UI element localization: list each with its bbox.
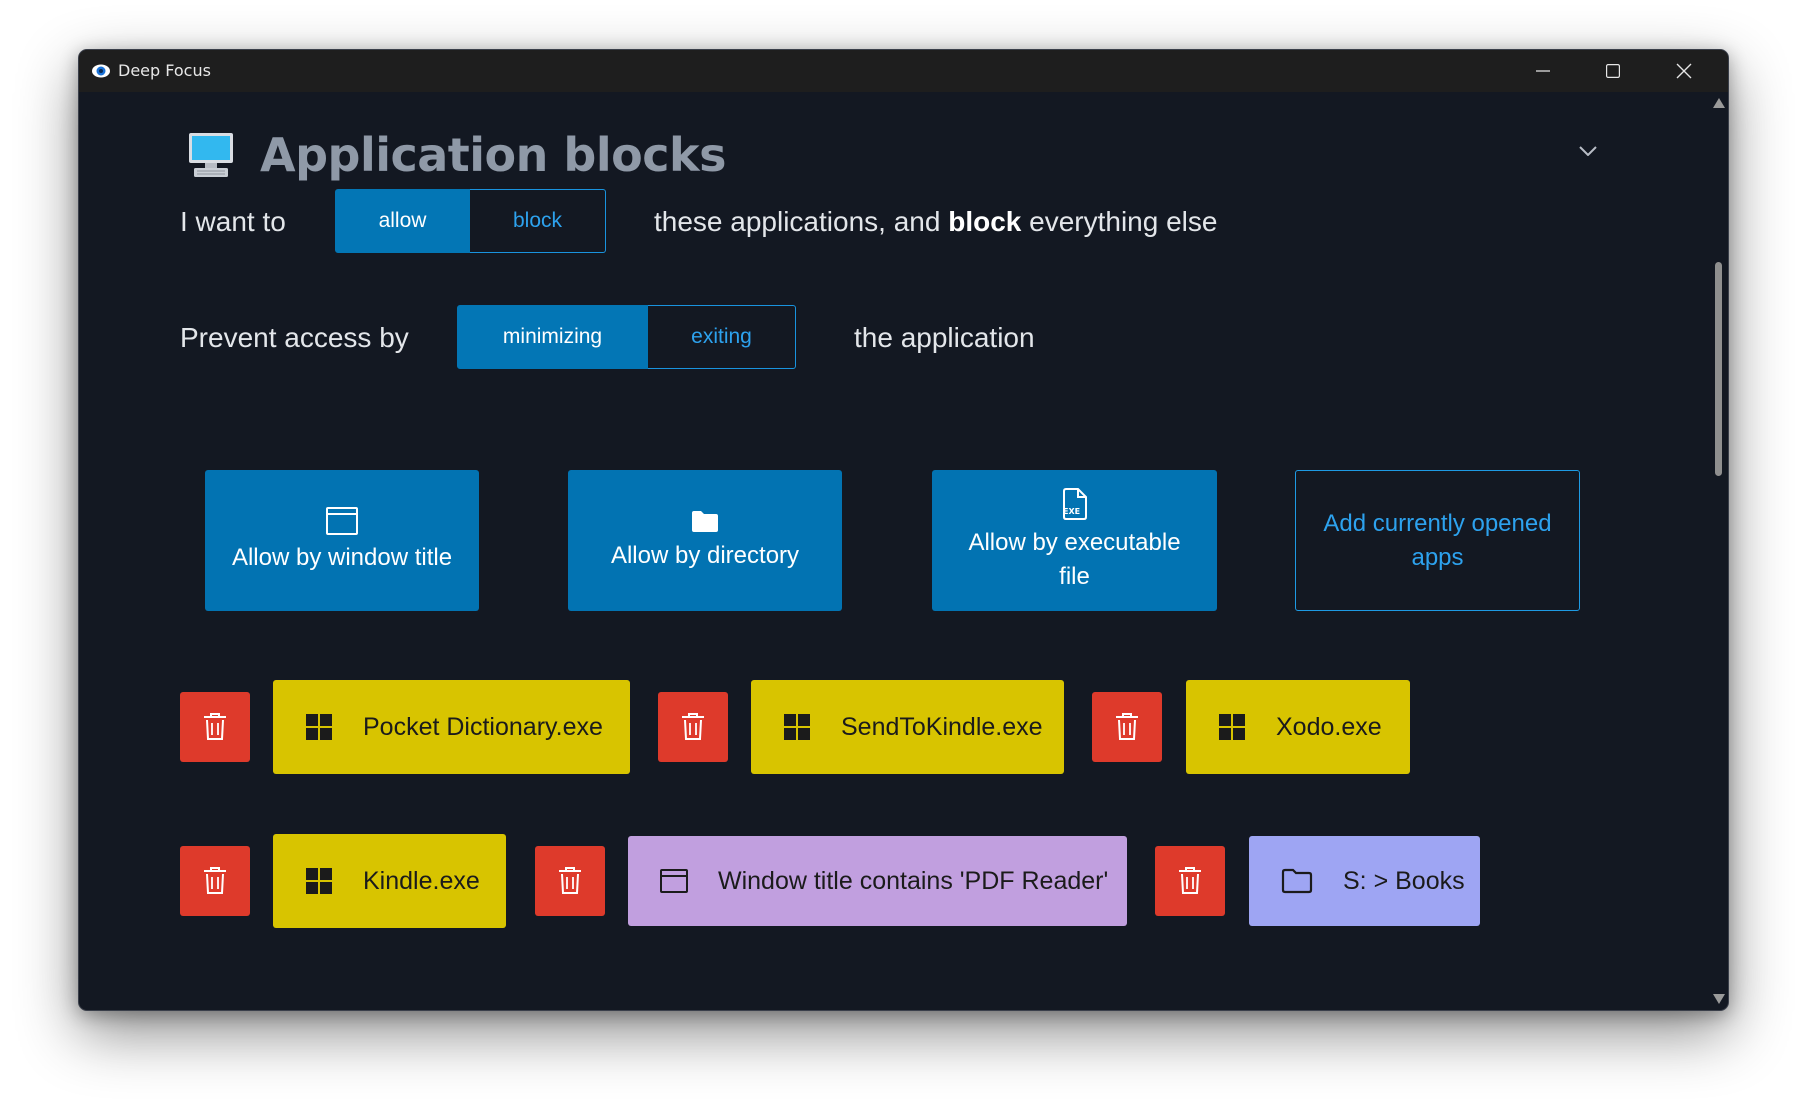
add-currently-opened-apps-label: Add currently opened apps bbox=[1323, 509, 1552, 571]
add-currently-opened-apps-button[interactable]: Add currently opened apps bbox=[1295, 470, 1580, 611]
windows-app-icon bbox=[1218, 713, 1246, 741]
folder-icon bbox=[1281, 868, 1313, 894]
title-bar: Deep Focus bbox=[79, 50, 1728, 92]
allow-by-executable-file-button[interactable]: EXE Allow by executable file bbox=[932, 470, 1217, 611]
allow-by-window-title-label: Allow by window title bbox=[231, 543, 453, 571]
windows-app-icon bbox=[305, 867, 333, 895]
trash-icon bbox=[204, 867, 226, 894]
rule-chip-executable: Pocket Dictionary.exe bbox=[273, 680, 630, 774]
rule-label: S: > Books bbox=[1343, 866, 1465, 895]
exe-file-icon: EXE bbox=[1062, 487, 1087, 520]
rule-chip-executable: Kindle.exe bbox=[273, 834, 506, 928]
trash-icon bbox=[204, 713, 226, 740]
allow-option-button[interactable]: allow bbox=[335, 189, 470, 253]
maximize-icon bbox=[1606, 64, 1620, 78]
trash-icon bbox=[682, 713, 704, 740]
minimize-icon bbox=[1536, 70, 1550, 72]
minimizing-option-button[interactable]: minimizing bbox=[457, 305, 648, 369]
delete-rule-button[interactable] bbox=[180, 846, 250, 916]
maximize-button[interactable] bbox=[1578, 50, 1648, 92]
computer-monitor-icon bbox=[189, 133, 233, 177]
app-window: Deep Focus Application blocks I want to bbox=[78, 49, 1729, 1011]
trash-icon bbox=[1179, 867, 1201, 894]
prevent-prefix-label: Prevent access by bbox=[180, 322, 409, 353]
mode-suffix-bold: block bbox=[948, 206, 1022, 237]
rule-label: Kindle.exe bbox=[363, 866, 480, 895]
mode-prefix-label: I want to bbox=[180, 206, 286, 237]
mode-suffix-part-1: these applications, and bbox=[654, 206, 941, 237]
window-icon bbox=[326, 506, 358, 535]
trash-icon bbox=[1116, 713, 1138, 740]
prevent-suffix-text: the application bbox=[854, 322, 1035, 353]
delete-rule-button[interactable] bbox=[535, 846, 605, 916]
eye-logo-icon bbox=[92, 64, 110, 78]
scroll-thumb[interactable] bbox=[1715, 262, 1722, 476]
windows-app-icon bbox=[305, 713, 333, 741]
scroll-down-arrow-icon[interactable] bbox=[1713, 994, 1725, 1004]
rule-label: Window title contains 'PDF Reader' bbox=[718, 866, 1109, 895]
vertical-scrollbar[interactable] bbox=[1708, 92, 1728, 1010]
trash-icon bbox=[559, 867, 581, 894]
minimize-button[interactable] bbox=[1508, 50, 1578, 92]
rule-chip-executable: SendToKindle.exe bbox=[751, 680, 1064, 774]
close-button[interactable] bbox=[1649, 50, 1719, 92]
exiting-option-button[interactable]: exiting bbox=[648, 305, 796, 369]
section-title: Application blocks bbox=[260, 128, 726, 182]
delete-rule-button[interactable] bbox=[1155, 846, 1225, 916]
rule-chip-window-title: Window title contains 'PDF Reader' bbox=[628, 836, 1127, 926]
scroll-up-arrow-icon[interactable] bbox=[1713, 98, 1725, 108]
window-icon bbox=[660, 869, 688, 893]
prevent-toggle[interactable]: minimizing exiting bbox=[457, 305, 796, 369]
rule-label: Pocket Dictionary.exe bbox=[363, 712, 603, 741]
rule-label: SendToKindle.exe bbox=[841, 712, 1043, 741]
allow-by-directory-button[interactable]: Allow by directory bbox=[568, 470, 842, 611]
main-content: Application blocks I want to allow block… bbox=[79, 92, 1728, 1010]
mode-suffix-text: these applications, and block everything… bbox=[654, 204, 1217, 240]
svg-text:EXE: EXE bbox=[1063, 507, 1080, 516]
rule-label: Xodo.exe bbox=[1276, 712, 1382, 741]
close-icon bbox=[1676, 63, 1692, 79]
rule-chip-executable: Xodo.exe bbox=[1186, 680, 1410, 774]
allow-by-executable-file-label: Allow by executable file bbox=[968, 528, 1181, 590]
folder-icon bbox=[692, 510, 718, 532]
mode-toggle[interactable]: allow block bbox=[335, 189, 606, 253]
allow-by-directory-label: Allow by directory bbox=[610, 541, 800, 569]
delete-rule-button[interactable] bbox=[658, 692, 728, 762]
block-option-button[interactable]: block bbox=[470, 189, 606, 253]
allow-by-window-title-button[interactable]: Allow by window title bbox=[205, 470, 479, 611]
window-title: Deep Focus bbox=[118, 61, 211, 80]
delete-rule-button[interactable] bbox=[180, 692, 250, 762]
mode-suffix-part-2: everything else bbox=[1029, 206, 1218, 237]
delete-rule-button[interactable] bbox=[1092, 692, 1162, 762]
rule-chip-directory: S: > Books bbox=[1249, 836, 1480, 926]
chevron-down-icon[interactable] bbox=[1579, 146, 1597, 156]
windows-app-icon bbox=[783, 713, 811, 741]
